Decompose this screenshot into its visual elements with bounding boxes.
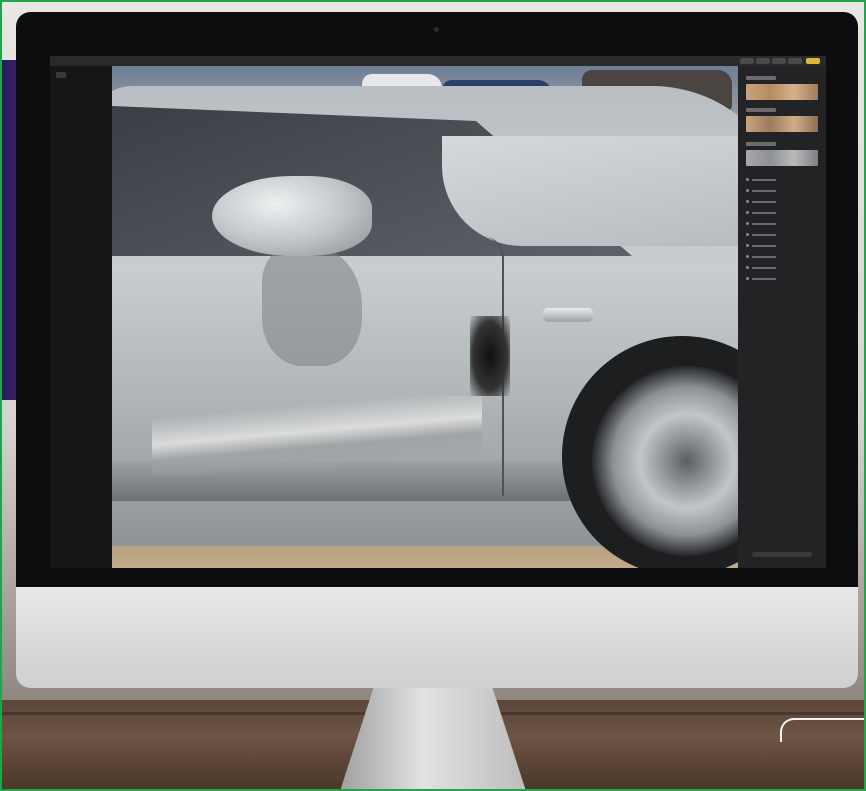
adjustment-row[interactable] [746, 209, 776, 216]
screen [50, 56, 826, 568]
adjustment-row[interactable] [746, 253, 776, 260]
camera-icon [434, 27, 439, 32]
adjustment-row[interactable] [746, 264, 776, 271]
side-marker-light [542, 308, 594, 322]
done-button[interactable] [806, 58, 820, 64]
monitor-bezel [16, 12, 858, 587]
adjustment-row[interactable] [746, 275, 776, 282]
panel-scrollbar[interactable] [752, 552, 812, 557]
adjustment-row[interactable] [746, 231, 776, 238]
black-white-presets[interactable] [746, 150, 818, 166]
adjust-icon[interactable] [772, 58, 786, 64]
side-mirror [212, 176, 372, 256]
app-toolbar [50, 56, 826, 66]
mirror-shadow [262, 246, 362, 366]
car-hood [442, 136, 738, 246]
black-white-icon[interactable] [746, 142, 776, 146]
scratch-damage [152, 396, 482, 476]
color-presets[interactable] [746, 116, 818, 132]
monitor-chin [16, 587, 858, 688]
adjustment-row[interactable] [746, 220, 776, 227]
filter-icon[interactable] [788, 58, 802, 64]
light-presets[interactable] [746, 84, 818, 100]
sidebar-toggle-icon[interactable] [56, 72, 66, 78]
light-icon[interactable] [746, 76, 776, 80]
color-icon[interactable] [746, 108, 776, 112]
left-sidebar [50, 66, 112, 568]
edited-photo [112, 66, 738, 568]
adjustment-row[interactable] [746, 198, 776, 205]
view-icon[interactable] [740, 58, 754, 64]
dent-damage [470, 316, 510, 396]
crop-icon[interactable] [756, 58, 770, 64]
apple-logo-icon [410, 667, 464, 675]
white-cable [780, 718, 866, 742]
adjustment-row[interactable] [746, 187, 776, 194]
adjustment-row[interactable] [746, 176, 776, 183]
adjustment-row[interactable] [746, 242, 776, 249]
adjustments-panel [738, 66, 826, 568]
imac-monitor [16, 12, 858, 688]
